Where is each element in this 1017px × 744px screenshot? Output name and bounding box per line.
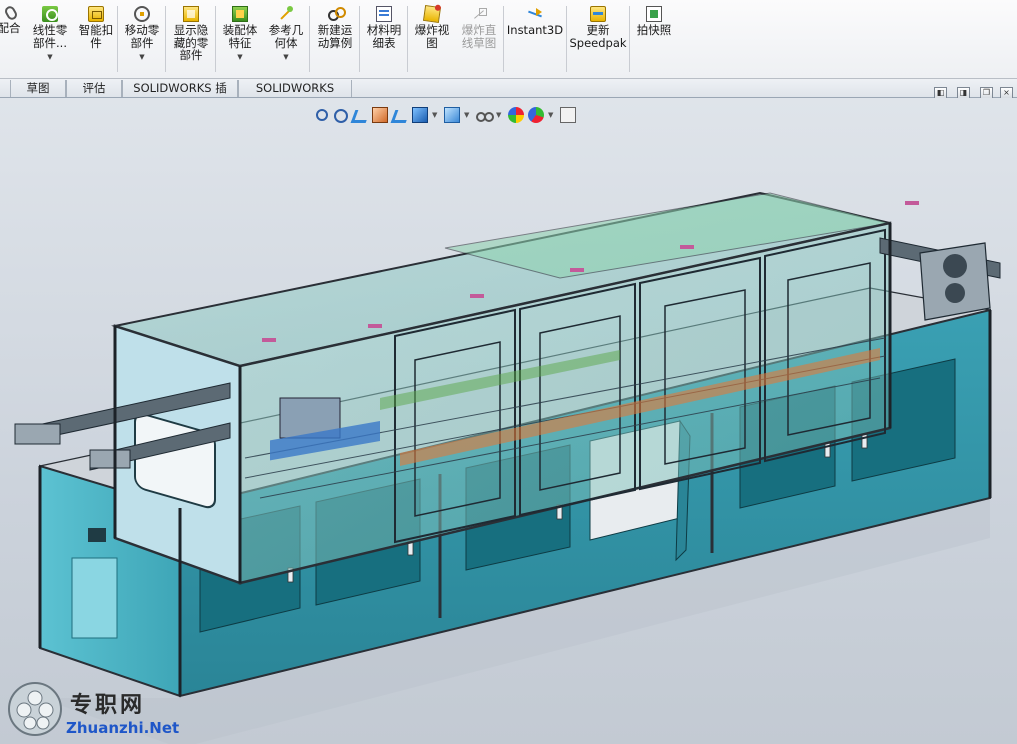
ribbon-button-label: Instant3D — [506, 23, 564, 37]
paperclip-icon — [2, 4, 19, 22]
tab-0[interactable]: 草图 — [10, 80, 66, 97]
motion-study-icon — [327, 6, 346, 22]
snapshot-icon — [646, 6, 662, 22]
chevron-down-icon[interactable]: ▼ — [47, 51, 52, 64]
ribbon-separator — [165, 6, 166, 72]
smart-fasteners-icon — [88, 6, 104, 22]
chevron-down-icon[interactable]: ▼ — [139, 51, 144, 64]
instant3d-button[interactable]: Instant3D — [506, 6, 564, 37]
ribbon-button-label: 装配体 特征 — [222, 23, 258, 50]
tab-2[interactable]: SOLIDWORKS 插件 — [122, 80, 238, 112]
speedpak-icon — [590, 6, 606, 22]
show-hidden-button[interactable]: 显示隐 藏的零 部件 — [168, 6, 214, 62]
ribbon-separator — [503, 6, 504, 72]
mate-button[interactable]: 配合 — [0, 4, 22, 35]
assembly-features-button[interactable]: 装配体 特征 ▼ — [218, 6, 262, 64]
chevron-down-icon[interactable]: ▼ — [237, 51, 242, 64]
update-speedpak-button[interactable]: 更新 Speedpak — [568, 6, 628, 49]
ribbon-button-label: 材料明 细表 — [366, 23, 402, 50]
command-manager-ribbon: 配合 线性零 部件... ▼ 智能扣 件移动零 部件 ▼ 显示隐 藏的零 部件 装配体 特征… — [0, 0, 1017, 79]
ribbon-separator — [629, 6, 630, 72]
move-component-icon — [134, 6, 150, 22]
ribbon-button-label: 线性零 部件... — [32, 23, 68, 50]
tab-3[interactable]: SOLIDWORKS MBD — [238, 80, 352, 112]
assembly-features-icon — [232, 6, 248, 22]
linear-pattern-icon — [42, 6, 58, 22]
ribbon-button-label: 配合 — [0, 21, 21, 35]
ribbon-separator — [359, 6, 360, 72]
command-manager-tabs: 草图评估SOLIDWORKS 插件SOLIDWORKS MBD — [0, 79, 1017, 112]
ribbon-button-label: 移动零 部件 — [124, 23, 160, 50]
ribbon-button-label: 爆炸视 图 — [414, 23, 450, 50]
linear-pattern-button[interactable]: 线性零 部件... ▼ — [28, 6, 72, 64]
explode-line-sketch-button[interactable]: 爆炸直 线草图 — [456, 6, 502, 49]
ribbon-separator — [407, 6, 408, 72]
instant3d-icon — [527, 6, 543, 22]
watermark-url: Zhuanzhi.Net — [66, 719, 180, 737]
exploded-view-button[interactable]: 爆炸视 图 — [410, 4, 454, 50]
zhuanzhi-logo-icon — [8, 682, 62, 736]
new-motion-study-button[interactable]: 新建运 动算例 — [312, 6, 358, 49]
show-hidden-icon — [183, 6, 199, 22]
exploded-view-icon — [422, 4, 442, 24]
reference-geometry-icon — [278, 6, 294, 22]
ribbon-button-label: 爆炸直 线草图 — [461, 23, 497, 50]
watermark-brand: 专职网 — [70, 692, 146, 718]
tab-1[interactable]: 评估 — [66, 80, 122, 97]
ribbon-button-label: 新建运 动算例 — [317, 23, 353, 50]
bill-of-materials-icon — [376, 6, 392, 22]
assembly-model[interactable] — [0, 98, 1017, 744]
ribbon-button-label: 更新 Speedpak — [569, 23, 627, 50]
take-snapshot-button[interactable]: 拍快照 — [632, 6, 676, 37]
reference-geometry-button[interactable]: 参考几 何体 ▼ — [264, 6, 308, 64]
ribbon-button-label: 拍快照 — [636, 23, 672, 37]
ribbon-separator — [117, 6, 118, 72]
ribbon-separator — [215, 6, 216, 72]
ribbon-button-label: 参考几 何体 — [268, 23, 304, 50]
bom-button[interactable]: 材料明 细表 — [362, 6, 406, 49]
ribbon-separator — [309, 6, 310, 72]
ribbon-separator — [566, 6, 567, 72]
move-component-button[interactable]: 移动零 部件 ▼ — [120, 6, 164, 64]
ribbon-button-label: 显示隐 藏的零 部件 — [173, 23, 209, 62]
smart-fasteners-button[interactable]: 智能扣 件 — [74, 6, 118, 49]
chevron-down-icon[interactable]: ▼ — [283, 51, 288, 64]
ribbon-button-label: 智能扣 件 — [78, 23, 114, 50]
explode-line-sketch-icon — [471, 6, 487, 22]
